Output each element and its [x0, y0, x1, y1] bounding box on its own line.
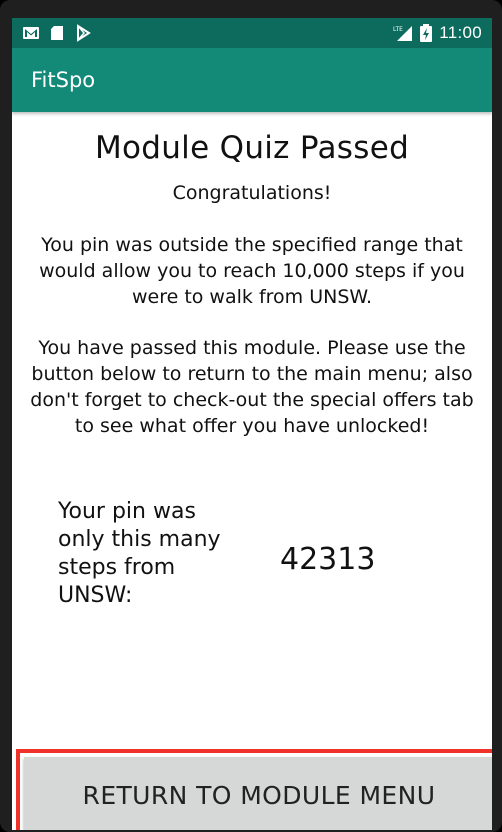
return-to-module-menu-button[interactable]: RETURN TO MODULE MENU — [24, 757, 492, 830]
steps-distance-value: 42313 — [280, 542, 376, 577]
steps-distance-label: Your pin was only this many steps from U… — [58, 499, 221, 608]
play-store-icon — [77, 24, 91, 42]
signal-icon: LTE — [393, 26, 413, 41]
sd-card-icon — [51, 26, 63, 40]
range-explanation-text: You pin was outside the specified range … — [39, 234, 465, 308]
congrats-text: Congratulations! — [172, 182, 332, 204]
status-time: 11:00 — [439, 23, 482, 42]
network-type-label: LTE — [393, 26, 403, 33]
status-bar: LTE 11:00 — [12, 18, 492, 48]
status-left-icons — [22, 23, 92, 43]
app-bar: FitSpo — [12, 48, 492, 112]
status-right-icons: LTE 11:00 — [393, 23, 482, 43]
module-passed-text: You have passed this module. Please use … — [30, 337, 474, 437]
app-title: FitSpo — [31, 68, 96, 92]
battery-icon — [420, 24, 433, 42]
page-title: Module Quiz Passed — [94, 130, 410, 166]
gmail-icon — [23, 27, 39, 39]
phone-screen: LTE 11:00 FitSpo Module Quiz Passed Cong… — [12, 18, 492, 830]
